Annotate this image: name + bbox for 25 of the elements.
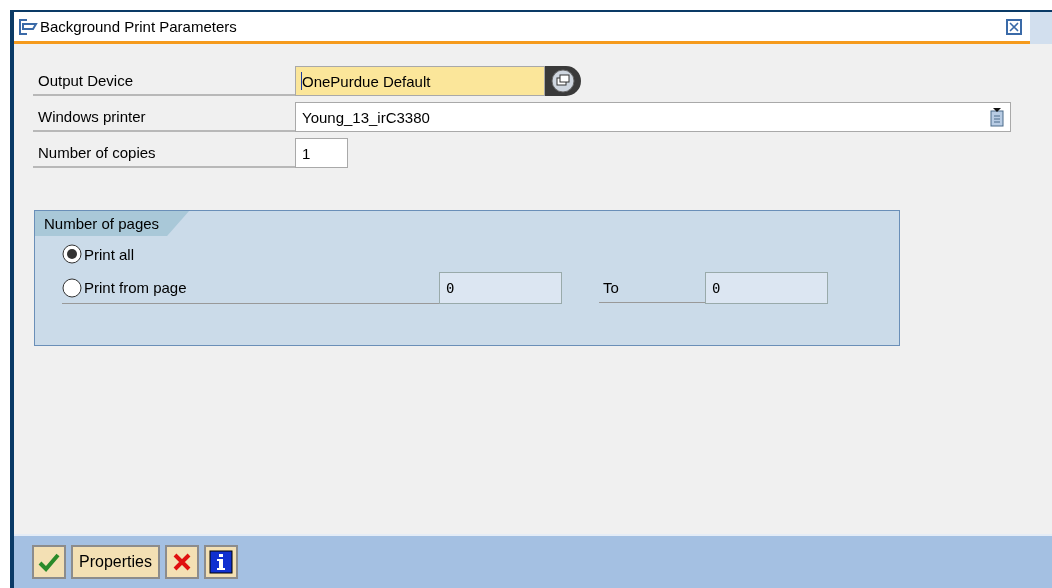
field-label: Output Device (33, 66, 295, 96)
input-field[interactable]: Young_13_irC3380 (295, 102, 1011, 132)
info-icon (208, 550, 233, 574)
check-icon (38, 552, 60, 572)
info-button[interactable] (203, 545, 238, 579)
search-help-button[interactable] (545, 66, 581, 96)
window-title: Background Print Parameters (40, 18, 238, 35)
cancel-button[interactable] (164, 545, 199, 579)
dialog-icon (18, 17, 38, 36)
input-field[interactable]: OnePurdue Default (295, 66, 545, 96)
radio-button[interactable] (62, 277, 82, 298)
close-button[interactable] (1006, 18, 1022, 35)
radio-label: Print from page (83, 279, 187, 296)
radio-label: Print all (83, 245, 135, 263)
input-field[interactable]: 0 (439, 272, 562, 304)
input-field[interactable]: 1 (295, 138, 348, 168)
confirm-button[interactable] (32, 545, 66, 579)
group-title: Number of pages (35, 211, 190, 236)
field-label: Number of copies (33, 138, 295, 168)
cross-icon (171, 552, 192, 572)
input-field[interactable]: 0 (705, 272, 828, 304)
properties-button[interactable]: Properties (71, 545, 160, 579)
clipboard-icon[interactable] (990, 107, 1004, 127)
field-label: Windows printer (33, 102, 295, 132)
radio-button[interactable] (62, 244, 82, 264)
